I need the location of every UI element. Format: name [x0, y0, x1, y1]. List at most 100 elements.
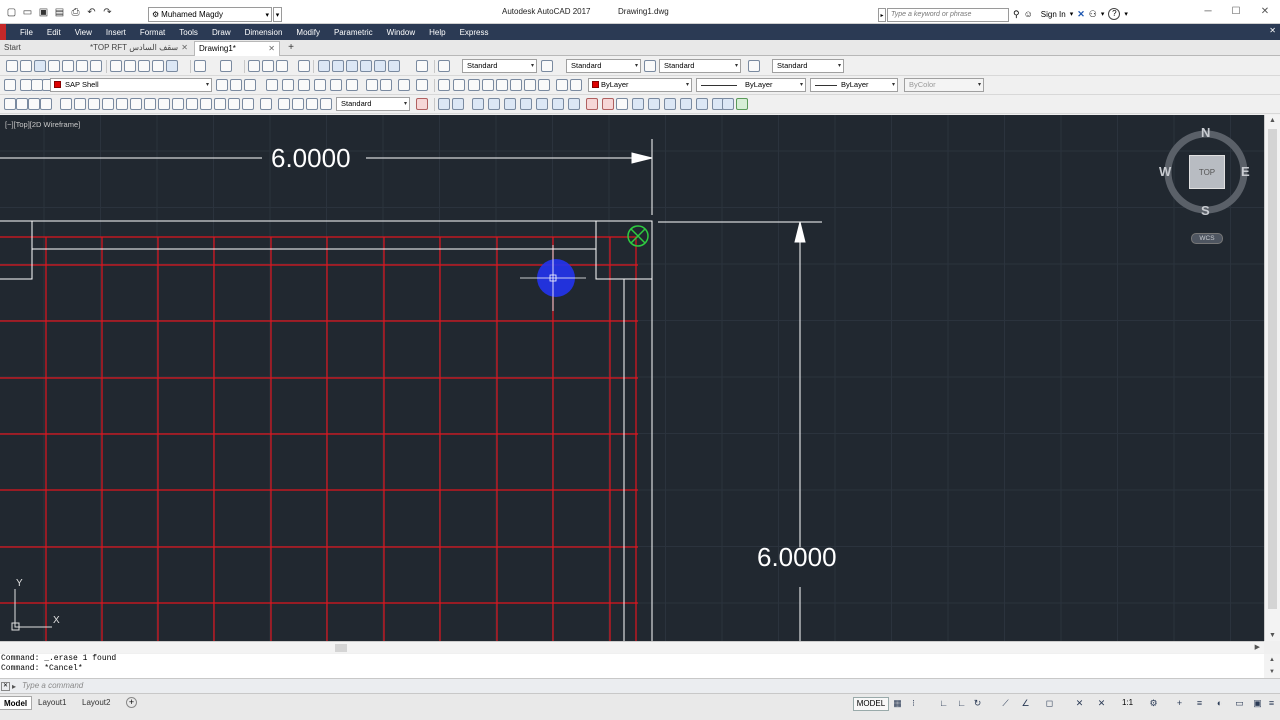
scroll-right-icon[interactable]: ▶ [1255, 643, 1260, 651]
tool-palettes-icon[interactable] [346, 60, 358, 72]
dim-continue-icon[interactable] [602, 98, 614, 110]
make-block-icon[interactable] [172, 98, 184, 110]
line-icon[interactable] [4, 98, 16, 110]
drawing-canvas[interactable]: [−][Top][2D Wireframe] 6.0000 6.0000 TOP… [0, 115, 1264, 641]
text-a2-icon[interactable] [453, 79, 465, 91]
redo-icon[interactable]: ↷ [100, 5, 115, 20]
plot-icon[interactable]: ⎙ [68, 5, 83, 20]
text-a-icon[interactable] [438, 79, 450, 91]
make-current-icon[interactable] [216, 79, 228, 91]
polar-icon[interactable]: ↻ [972, 698, 983, 709]
help-icon[interactable]: ? [1108, 8, 1121, 20]
lineweight-icon[interactable]: ≡ [1194, 698, 1205, 709]
tab-layout1[interactable]: Layout1 [34, 696, 70, 710]
mtext-icon[interactable] [260, 98, 272, 110]
command-history-scroll[interactable]: ▲ ▼ [1264, 654, 1280, 678]
snap-icon[interactable]: ⁝ [908, 698, 919, 709]
compass-west[interactable]: W [1159, 164, 1171, 179]
multiline-text-icon[interactable] [416, 98, 428, 110]
dim-linear-icon[interactable] [438, 98, 450, 110]
gradient-icon[interactable] [214, 98, 226, 110]
lineweight-select[interactable]: ByLayer ▾ [810, 78, 898, 92]
menu-insert[interactable]: Insert [106, 28, 126, 37]
visual-style-select[interactable]: Standard ▾ [336, 97, 410, 111]
dim-break-icon[interactable] [632, 98, 644, 110]
menu-format[interactable]: Format [140, 28, 165, 37]
isodraft-icon[interactable]: ⟋ [1000, 698, 1011, 709]
polyline-icon[interactable] [28, 98, 40, 110]
tab-start[interactable]: Start [0, 41, 86, 56]
pan-icon[interactable] [248, 60, 260, 72]
redo-icon[interactable] [220, 60, 232, 72]
copy-icon[interactable] [124, 60, 136, 72]
object-snap-tracking-icon[interactable]: ∠ [1020, 698, 1031, 709]
horizontal-scrollbar[interactable]: ▶ [0, 641, 1264, 653]
text-convert-icon[interactable] [556, 79, 568, 91]
revcloud-icon[interactable] [102, 98, 114, 110]
mleader-align-icon[interactable] [320, 98, 332, 110]
menu-tools[interactable]: Tools [179, 28, 198, 37]
compass-north[interactable]: N [1201, 125, 1210, 140]
scroll-up-icon[interactable]: ▲ [1269, 117, 1276, 124]
dim-arc-icon[interactable] [472, 98, 484, 110]
text-style-select[interactable]: Standard ▾ [462, 59, 537, 73]
layer-select[interactable]: SAP Shell ▾ [50, 78, 212, 92]
mleader-icon[interactable] [292, 98, 304, 110]
zoom-window-icon[interactable] [276, 60, 288, 72]
layer-off-icon[interactable] [266, 79, 278, 91]
zoom-realtime-icon[interactable] [262, 60, 274, 72]
plot-preview-icon[interactable] [62, 60, 74, 72]
customization-icon[interactable]: ≡ [1266, 698, 1277, 709]
point-icon[interactable] [186, 98, 198, 110]
chevron-down-icon[interactable]: ▾ [1101, 10, 1105, 18]
save-icon[interactable] [34, 60, 46, 72]
paste-special-icon[interactable] [152, 60, 164, 72]
save-as-icon[interactable]: ▤ [52, 5, 67, 20]
layer-match-icon[interactable] [282, 79, 294, 91]
quickcalc-icon[interactable] [388, 60, 400, 72]
open-icon[interactable]: ▭ [20, 5, 35, 20]
insert-block-icon[interactable] [158, 98, 170, 110]
search-input[interactable]: Type a keyword or phrase [887, 8, 1009, 22]
text-edit-icon[interactable] [482, 79, 494, 91]
region-icon[interactable] [228, 98, 240, 110]
compass-east[interactable]: E [1241, 164, 1250, 179]
minimize-icon[interactable]: ─ [1194, 0, 1222, 22]
command-line[interactable]: ✕ ▸ Type a command [0, 678, 1280, 693]
menu-parametric[interactable]: Parametric [334, 28, 373, 37]
jogged-linear-icon[interactable] [696, 98, 708, 110]
find-text-icon[interactable] [496, 79, 508, 91]
plus-icon[interactable]: + [1174, 698, 1185, 709]
binoculars-icon[interactable]: ⚲ [1013, 9, 1020, 20]
hardware-acceleration-icon[interactable]: ▭ [1234, 698, 1245, 709]
menu-view[interactable]: View [75, 28, 92, 37]
mleader-style-select[interactable]: Standard ▾ [772, 59, 844, 73]
chevron-down-icon[interactable]: ▾ [1124, 10, 1128, 18]
ortho-icon[interactable]: ∟ [956, 698, 967, 709]
circle-icon[interactable] [88, 98, 100, 110]
new-tab-button[interactable]: + [285, 42, 297, 54]
help-icon[interactable] [416, 60, 428, 72]
application-menu-button[interactable] [0, 24, 6, 40]
mleader-add-icon[interactable] [306, 98, 318, 110]
dim-aligned-icon[interactable] [452, 98, 464, 110]
dim-diameter-icon[interactable] [536, 98, 548, 110]
menu-window[interactable]: Window [387, 28, 415, 37]
vertical-scrollbar[interactable]: ▲ ▼ [1264, 115, 1280, 641]
compass-south[interactable]: S [1201, 203, 1210, 218]
wcs-menu[interactable]: WCS [1191, 233, 1223, 244]
tab-top-rft[interactable]: سقف السادس TOP RFT* ✕ [86, 41, 192, 56]
paste-icon[interactable] [138, 60, 150, 72]
scroll-thumb[interactable] [1268, 129, 1277, 609]
text-scale-icon[interactable] [524, 79, 536, 91]
command-input[interactable]: Type a command [22, 681, 83, 690]
publish-icon[interactable] [76, 60, 88, 72]
layer-vp-icon[interactable] [416, 79, 428, 91]
menu-express[interactable]: Express [460, 28, 489, 37]
infer-icon[interactable]: ∟ [938, 698, 949, 709]
qnew-icon[interactable] [6, 60, 18, 72]
dim-baseline-icon[interactable] [586, 98, 598, 110]
close-drawing-icon[interactable]: ✕ [1269, 26, 1276, 35]
design-center-icon[interactable] [332, 60, 344, 72]
plotstyle-select[interactable]: ByColor ▾ [904, 78, 984, 92]
